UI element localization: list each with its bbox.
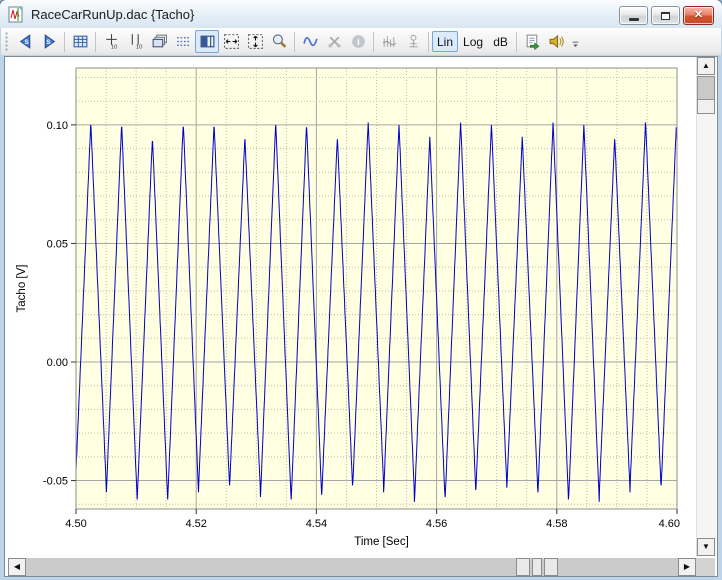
y-tick-label: 0.05	[47, 238, 68, 250]
export-icon	[524, 33, 541, 50]
chevron-down-icon	[571, 40, 580, 49]
minimize-icon	[629, 18, 639, 21]
main-toolbar: LinLogdB	[1, 28, 721, 56]
db-scale-button[interactable]: dB	[488, 31, 513, 52]
vertical-scroll-handle[interactable]	[697, 100, 715, 114]
app-icon	[8, 6, 25, 23]
zoom-button[interactable]	[267, 30, 291, 53]
wave-icon	[302, 33, 319, 50]
toolbar-separator	[64, 32, 65, 52]
restore-icon	[661, 12, 670, 20]
x-axis-title: Time [Sec]	[354, 536, 409, 548]
y-tick-label: 0.00	[47, 357, 68, 369]
window-title-bar[interactable]: RaceCarRunUp.dac {Tacho} ✕	[0, 0, 722, 28]
edit-signal-button[interactable]	[298, 30, 322, 53]
scroll-down-button[interactable]: ▼	[697, 538, 715, 556]
toolbar-separator	[294, 32, 295, 52]
dual-cursor-button[interactable]	[123, 30, 147, 53]
autoscale-x-button[interactable]	[219, 30, 243, 53]
toolbar-separator	[516, 32, 517, 52]
chart[interactable]: 4.50 4.52 4.54 4.56 4.58 4.60 0.10 0.05 0.00 -0.0…	[5, 57, 697, 559]
scissors-icon	[326, 33, 343, 50]
vertical-scrollbar[interactable]: ▲ ▼	[696, 57, 716, 556]
lin-scale-button[interactable]: Lin	[432, 31, 458, 52]
magnifier-icon	[271, 33, 288, 50]
cut-button[interactable]	[322, 30, 346, 53]
info-icon	[350, 33, 367, 50]
table-icon	[72, 33, 89, 50]
y-tick-label: -0.05	[43, 476, 68, 488]
scroll-left-button[interactable]: ◀	[8, 558, 26, 576]
horizontal-scroll-right-handle[interactable]	[544, 558, 558, 576]
grid-toggle-button[interactable]	[171, 30, 195, 53]
comb-icon	[381, 33, 398, 50]
log-scale-button[interactable]: Log	[458, 31, 488, 52]
layers-icon	[151, 33, 168, 50]
display-panel-button[interactable]	[195, 30, 219, 53]
probe-button[interactable]	[401, 30, 425, 53]
scroll-up-button[interactable]: ▲	[697, 57, 715, 75]
play-left-icon	[17, 33, 34, 50]
audio-playback-button[interactable]	[544, 30, 568, 53]
prev-screen-button[interactable]	[13, 30, 37, 53]
vertical-scroll-thumb[interactable]	[697, 76, 715, 100]
cursor-single-icon	[103, 33, 120, 50]
panel-icon	[199, 33, 216, 50]
y-axis-title: Tacho [V]	[16, 265, 28, 313]
x-tick-label: 4.58	[546, 518, 567, 530]
info-button[interactable]	[346, 30, 370, 53]
dotted-lines-icon	[175, 33, 192, 50]
datapad-table-button[interactable]	[68, 30, 92, 53]
y-tick-labels: 0.10 0.05 0.00 -0.05	[43, 120, 68, 488]
speaker-icon	[548, 33, 565, 50]
horizontal-scrollbar[interactable]: ◀ ▶	[8, 558, 696, 576]
x-tick-label: 4.50	[65, 518, 86, 530]
x-tick-label: 4.56	[426, 518, 447, 530]
overlay-plots-button[interactable]	[147, 30, 171, 53]
x-tick-labels: 4.50 4.52 4.54 4.56 4.58 4.60	[65, 518, 680, 530]
window-controls: ✕	[619, 6, 714, 25]
window-title: RaceCarRunUp.dac {Tacho}	[31, 7, 194, 22]
close-button[interactable]: ✕	[683, 6, 714, 25]
arrows-v-icon	[247, 33, 264, 50]
horizontal-scroll-left-handle[interactable]	[516, 558, 530, 576]
plot-client-area: 4.50 4.52 4.54 4.56 4.58 4.60 0.10 0.05 0.00 -0.0…	[4, 56, 718, 577]
toolbar-overflow-button[interactable]	[570, 30, 581, 53]
y-tick-label: 0.10	[47, 120, 68, 132]
restore-button[interactable]	[651, 6, 680, 25]
single-cursor-button[interactable]	[99, 30, 123, 53]
next-screen-button[interactable]	[37, 30, 61, 53]
minimize-button[interactable]	[619, 6, 648, 25]
cursor-dual-icon	[127, 33, 144, 50]
x-tick-label: 4.52	[185, 518, 206, 530]
x-tick-label: 4.60	[659, 518, 680, 530]
toolbar-grip[interactable]	[5, 32, 9, 52]
export-button[interactable]	[520, 30, 544, 53]
app-window: RaceCarRunUp.dac {Tacho} ✕ LinLogdB 4.50…	[0, 0, 722, 580]
close-icon: ✕	[694, 10, 703, 21]
play-right-icon	[41, 33, 58, 50]
probe-icon	[405, 33, 422, 50]
toolbar-separator	[95, 32, 96, 52]
toolbar-separator	[373, 32, 374, 52]
scroll-right-button[interactable]: ▶	[678, 558, 696, 576]
arrows-h-icon	[223, 33, 240, 50]
scrollbar-corner	[696, 558, 715, 576]
horizontal-scroll-thumb[interactable]	[532, 558, 542, 576]
toolbar-separator	[428, 32, 429, 52]
x-tick-label: 4.54	[306, 518, 327, 530]
filter-button[interactable]	[377, 30, 401, 53]
autoscale-y-button[interactable]	[243, 30, 267, 53]
